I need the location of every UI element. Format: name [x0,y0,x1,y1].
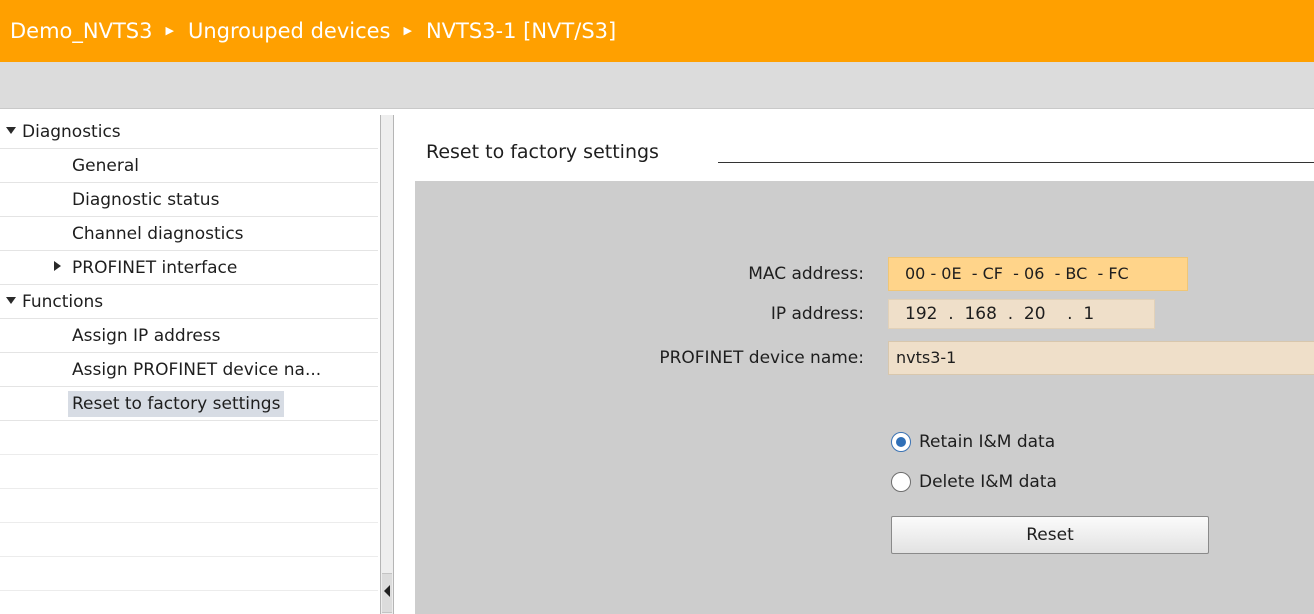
breadcrumb-device[interactable]: NVTS3-1 [NVT/S3] [426,20,616,42]
mac-address-field: 00 - 0E - CF - 06 - BC - FC [888,257,1188,291]
nav-item-label: Diagnostic status [72,190,220,210]
nav-item-assign-profinet-device-name[interactable]: Assign PROFINET device na... [0,353,378,387]
breadcrumb-separator-icon: ▶ [165,23,174,37]
nav-item-label: General [72,156,139,176]
nav-item-label: PROFINET interface [72,258,238,278]
nav-item-functions[interactable]: Functions [0,285,378,319]
breadcrumb-separator-icon: ▶ [403,23,412,37]
radio-checked-icon[interactable] [891,432,911,452]
nav-empty-row [0,489,378,523]
nav-item-diagnostic-status[interactable]: Diagnostic status [0,183,378,217]
nav-item-label: Channel diagnostics [72,224,244,244]
section-divider [718,162,1314,163]
collapsed-triangle-icon[interactable] [54,261,61,271]
ip-address-label: IP address: [770,304,864,324]
profinet-device-name-field: nvts3-1 [888,341,1314,375]
mac-address-label: MAC address: [748,264,864,284]
nav-item-label: Diagnostics [22,122,121,142]
retain-im-data-label: Retain I&M data [919,432,1056,452]
reset-settings-panel: MAC address: 00 - 0E - CF - 06 - BC - FC… [415,181,1314,614]
nav-empty-row [0,455,378,489]
breadcrumb: Demo_NVTS3 ▶ Ungrouped devices ▶ NVTS3-1… [0,0,1314,62]
radio-unchecked-icon[interactable] [891,472,911,492]
nav-empty-row [0,557,378,591]
delete-im-data-label: Delete I&M data [919,472,1057,492]
navigation-tree: Diagnostics General Diagnostic status Ch… [0,115,378,614]
retain-im-data-option[interactable]: Retain I&M data [891,429,1055,455]
expanded-triangle-icon[interactable] [6,127,16,134]
nav-item-assign-ip-address[interactable]: Assign IP address [0,319,378,353]
reset-button[interactable]: Reset [891,516,1209,554]
panel-splitter[interactable] [380,115,394,614]
collapse-left-arrow-icon[interactable] [384,585,390,597]
nav-item-channel-diagnostics[interactable]: Channel diagnostics [0,217,378,251]
ip-address-field: 192 . 168 . 20 . 1 [888,299,1155,329]
nav-item-diagnostics[interactable]: Diagnostics [0,115,378,149]
nav-item-label: Assign PROFINET device na... [72,360,322,380]
expanded-triangle-icon[interactable] [6,297,16,304]
nav-item-label: Reset to factory settings [68,391,285,417]
nav-empty-row [0,421,378,455]
toolbar-strip [0,62,1314,109]
profinet-device-name-label: PROFINET device name: [659,348,864,368]
delete-im-data-option[interactable]: Delete I&M data [891,469,1057,495]
section-title: Reset to factory settings [426,141,659,163]
nav-item-profinet-interface[interactable]: PROFINET interface [0,251,378,285]
nav-empty-row [0,523,378,557]
breadcrumb-project[interactable]: Demo_NVTS3 [10,20,153,42]
nav-item-reset-to-factory-settings[interactable]: Reset to factory settings [0,387,378,421]
nav-item-label: Assign IP address [72,326,221,346]
nav-item-label: Functions [22,292,104,312]
breadcrumb-group[interactable]: Ungrouped devices [188,20,391,42]
nav-item-general[interactable]: General [0,149,378,183]
